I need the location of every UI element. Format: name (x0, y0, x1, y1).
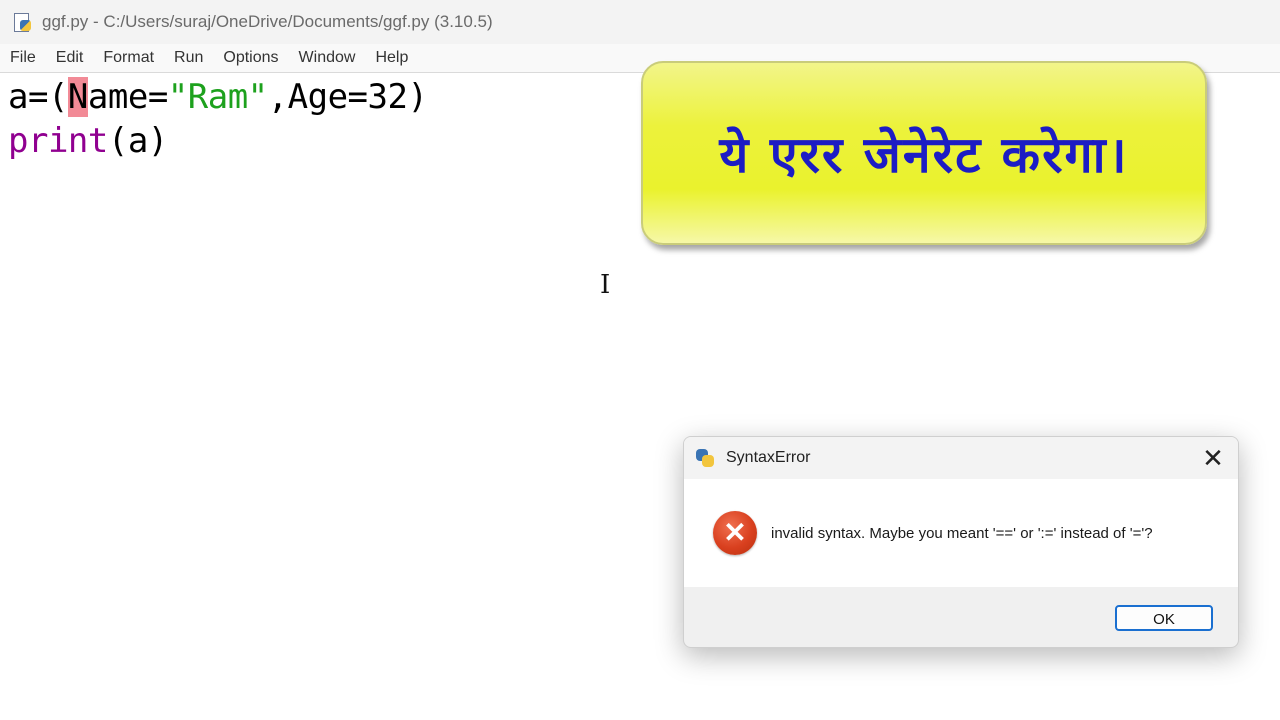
dialog-header: SyntaxError ✕ (684, 437, 1238, 479)
menu-file[interactable]: File (0, 49, 46, 67)
error-message: invalid syntax. Maybe you meant '==' or … (771, 524, 1153, 542)
menu-window[interactable]: Window (289, 49, 366, 67)
string-literal: "Ram" (167, 77, 268, 117)
menu-run[interactable]: Run (164, 49, 213, 67)
code-token: ame= (87, 77, 168, 117)
builtin-keyword: print (8, 121, 108, 161)
syntax-error-dialog: SyntaxError ✕ ✕ invalid syntax. Maybe yo… (683, 436, 1239, 648)
error-icon: ✕ (713, 511, 757, 555)
menu-format[interactable]: Format (93, 49, 164, 67)
dialog-title: SyntaxError (726, 449, 811, 466)
window-title: ggf.py - C:/Users/suraj/OneDrive/Documen… (42, 12, 493, 31)
text-cursor-icon: I (600, 270, 611, 300)
menu-edit[interactable]: Edit (46, 49, 94, 67)
menu-options[interactable]: Options (213, 49, 288, 67)
title-bar: ggf.py - C:/Users/suraj/OneDrive/Documen… (0, 0, 1280, 44)
code-token: (a) (107, 121, 168, 161)
menu-help[interactable]: Help (365, 49, 418, 67)
syntax-error-highlight: N (67, 77, 88, 117)
code-line-2[interactable]: print(a) (8, 119, 168, 163)
python-file-icon (12, 12, 32, 32)
annotation-text: ये एरर जेनेरेट करेगा। (719, 126, 1129, 184)
dialog-body: ✕ invalid syntax. Maybe you meant '==' o… (684, 479, 1238, 587)
code-line-1[interactable]: a=(Name="Ram",Age=32) (8, 75, 428, 119)
code-token: a=( (8, 77, 68, 117)
ok-button[interactable]: OK (1115, 605, 1213, 631)
close-icon[interactable]: ✕ (1198, 443, 1228, 473)
python-icon (696, 449, 714, 467)
annotation-banner: ये एरर जेनेरेट करेगा। (641, 61, 1207, 245)
code-token: ,Age=32) (267, 77, 428, 117)
